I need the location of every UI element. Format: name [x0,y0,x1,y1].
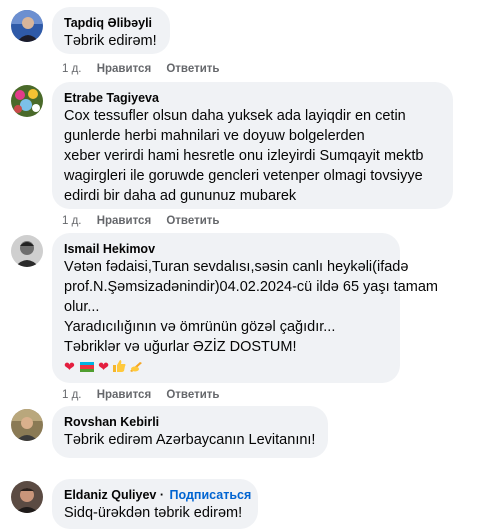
comment: Etrabe Tagiyeva Cox tessufler olsun daha… [0,80,488,230]
comment-text-line: Cox tessufler olsun daha yuksek ada layi… [64,108,406,124]
heart-icon: ❤ [98,359,110,374]
comment-text-line: olur... [64,299,100,315]
comment: Eldaniz Quliyev · Подписаться Sidq-ürəkd… [0,472,488,529]
avatar[interactable] [11,85,43,117]
reply-button[interactable]: Ответить [166,389,219,401]
comment-time[interactable]: 1 д. [62,215,82,227]
comment-bubble: Rovshan Kebirli Təbrik edirəm Azərbaycan… [52,406,328,458]
comment-bubble: Ismail Hekimov Vətən fədaisi,Turan sevda… [52,233,438,383]
comment-author[interactable]: Rovshan Kebirli [64,414,316,430]
reply-button[interactable]: Ответить [166,63,219,75]
like-button[interactable]: Нравится [97,215,151,227]
emoji-row: ❤ ❤ [64,358,388,376]
reply-button[interactable]: Ответить [166,215,219,227]
comment-text-line: edirdi bir daha ad gununuz mubarek [64,188,297,204]
comment-text: Təbrik edirəm Azərbaycanın Levitanını! [64,432,316,448]
comment: Tapdiq Əlibəyli Təbrik edirəm! 1 д. Нрав… [0,0,488,80]
comment-actions: 1 д. Нравится Ответить [62,214,232,228]
comment-text-line: Vətən fədaisi,Turan sevdalısı,səsin canl… [64,259,409,275]
comment-author[interactable]: Ismail Hekimov [64,241,388,257]
writing-hand-icon [129,359,143,372]
comment-time[interactable]: 1 д. [62,389,82,401]
heart-icon: ❤ [64,359,75,374]
comment-text-line: xeber verirdi hami hesretle onu izleyird… [64,148,424,164]
comment-text: Təbrik edirəm! [64,33,157,49]
follow-button[interactable]: Подписаться [170,488,252,502]
comment-author[interactable]: Eldaniz Quliyev [64,488,156,502]
thumbs-up-icon [112,359,126,372]
comment-actions: 1 д. Нравится Ответить [62,388,232,402]
like-button[interactable]: Нравится [97,63,151,75]
avatar[interactable] [11,10,43,42]
comment-time[interactable]: 1 д. [62,63,82,75]
comment-text-line: wagirgleri ile goruwde gencleri vetenper… [64,168,423,184]
like-button[interactable]: Нравится [97,389,151,401]
avatar[interactable] [11,235,43,267]
comment-text-line: prof.N.Şəmsizadənindir)04.02.2024-cü ild… [64,279,438,295]
separator-dot: · [159,488,165,502]
comment: Ismail Hekimov Vətən fədaisi,Turan sevda… [0,230,488,402]
avatar[interactable] [11,409,43,441]
comment-text-line: Yaradıcılığının və ömrünün gözəl çağıdır… [64,319,336,335]
comment-text-line: Təbriklər və uğurlar ƏZİZ DOSTUM! [64,339,297,355]
comment: Rovshan Kebirli Təbrik edirəm Azərbaycan… [0,402,488,472]
avatar[interactable] [11,481,43,513]
comment-bubble: Eldaniz Quliyev · Подписаться Sidq-ürəkd… [52,479,258,529]
flag-azerbaijan-icon [79,362,94,372]
comment-author-row: Eldaniz Quliyev · Подписаться [64,487,251,503]
comment-bubble: Etrabe Tagiyeva Cox tessufler olsun daha… [52,82,453,209]
comment-text-line: gunlerde herbi mahnilari ve doyuw bolgel… [64,128,365,144]
comment-author[interactable]: Tapdiq Əlibəyli [64,15,158,31]
comment-actions: 1 д. Нравится Ответить [62,62,232,76]
comment-author[interactable]: Etrabe Tagiyeva [64,90,441,106]
comment-bubble: Tapdiq Əlibəyli Təbrik edirəm! [52,7,170,54]
comment-text: Sidq-ürəkdən təbrik edirəm! [64,505,243,521]
